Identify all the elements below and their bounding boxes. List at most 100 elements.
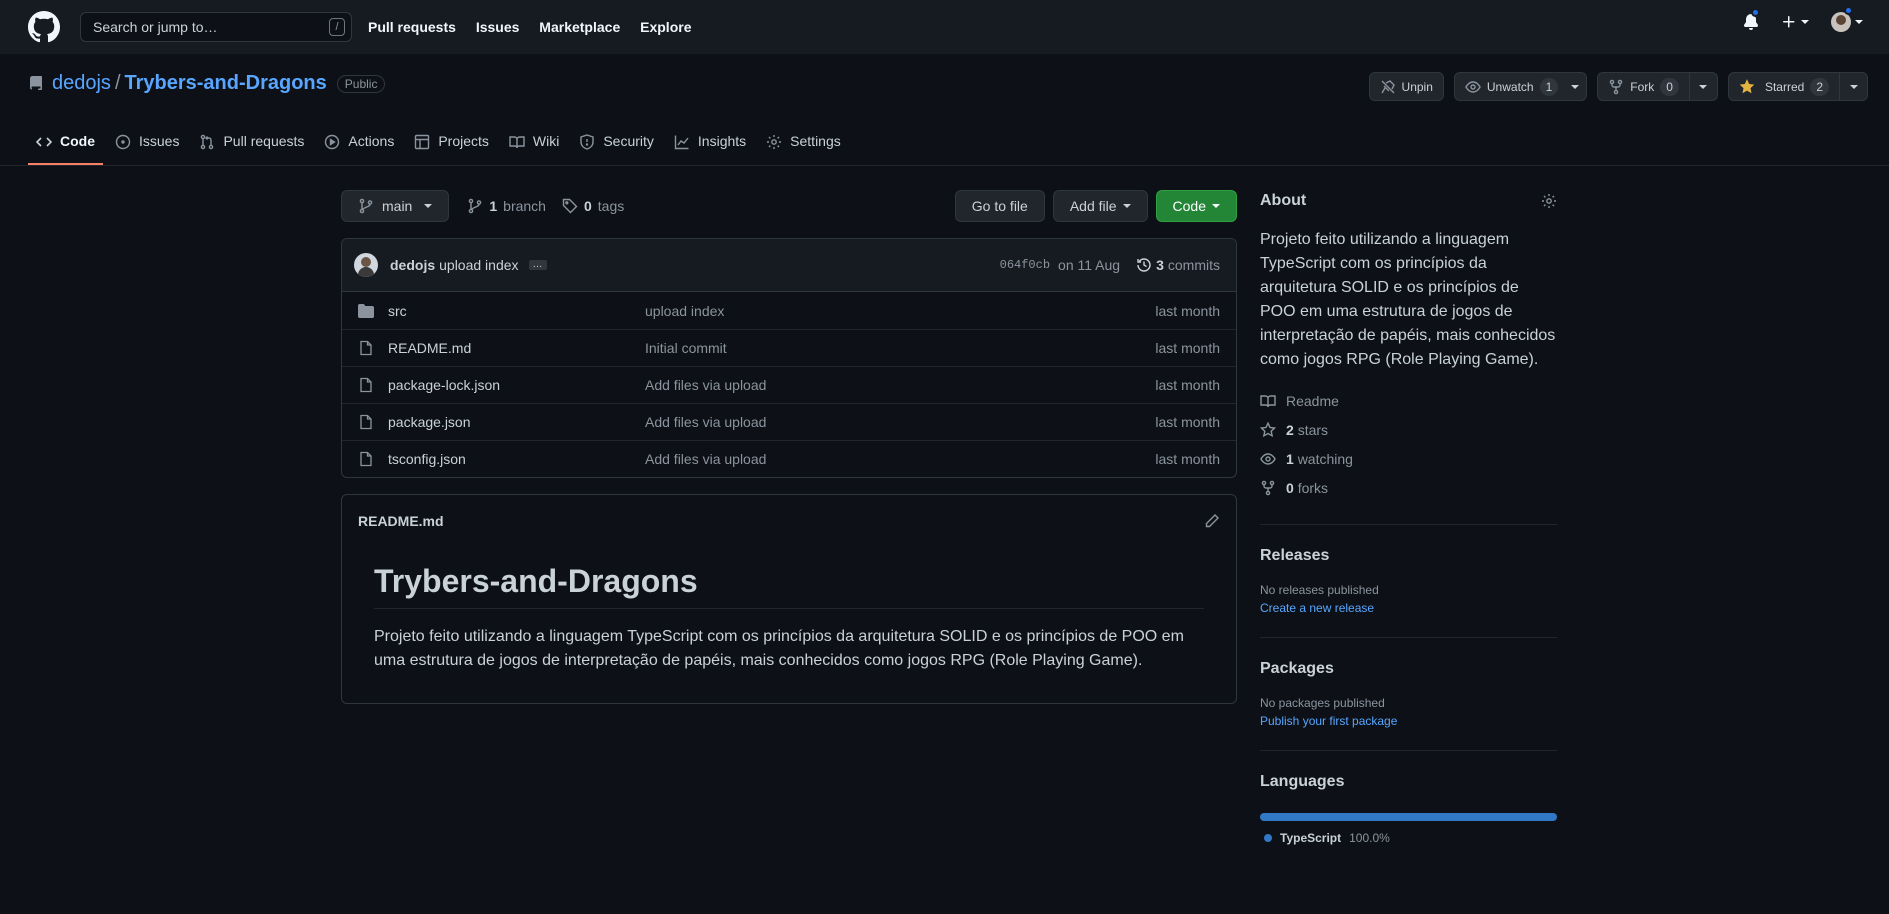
- file-icon: [360, 451, 372, 467]
- nav-issues[interactable]: Issues: [476, 19, 520, 35]
- starred-label: Starred: [1764, 79, 1805, 94]
- file-row[interactable]: package.json Add files via upload last mon…: [342, 403, 1236, 440]
- no-packages-text: No packages published: [1260, 696, 1385, 710]
- packages-heading[interactable]: Packages: [1260, 660, 1557, 678]
- create-release-link[interactable]: Create a new release: [1260, 601, 1557, 615]
- commit-author[interactable]: dedojs: [390, 257, 435, 273]
- language-color-dot: [1264, 834, 1272, 842]
- book-icon: [509, 136, 525, 149]
- main-content: main 1 branch 0 tags Go to file Add file…: [341, 190, 1237, 704]
- file-browser: dedojs upload index … 064f0cb on 11 Aug …: [341, 238, 1237, 478]
- tab-pull-requests[interactable]: Pull requests: [191, 125, 312, 165]
- commit-date: on 11 Aug: [1058, 257, 1121, 273]
- author-avatar[interactable]: [354, 253, 378, 277]
- user-menu[interactable]: [1831, 6, 1863, 32]
- notifications-button[interactable]: [1743, 8, 1760, 30]
- file-name[interactable]: README.md: [388, 340, 645, 356]
- fork-icon: [1609, 79, 1623, 94]
- add-file-label: Add file: [1069, 198, 1117, 214]
- tab-issues[interactable]: Issues: [107, 125, 187, 165]
- branch-name: main: [382, 198, 413, 214]
- readme-link[interactable]: Readme: [1260, 386, 1557, 415]
- commit-sha[interactable]: 064f0cb: [1000, 258, 1050, 272]
- file-row[interactable]: README.md Initial commit last month: [342, 329, 1236, 366]
- graph-icon: [674, 135, 689, 150]
- tab-projects[interactable]: Projects: [406, 125, 497, 165]
- file-commit-message[interactable]: Add files via upload: [645, 414, 1155, 430]
- forks-label: forks: [1297, 479, 1329, 496]
- star-button[interactable]: Starred 2: [1727, 72, 1868, 101]
- tab-actions[interactable]: Actions: [316, 125, 402, 165]
- file-row[interactable]: package-lock.json Add files via upload las…: [342, 366, 1236, 403]
- tab-wiki[interactable]: Wiki: [501, 125, 567, 165]
- stars-link[interactable]: 2 stars: [1260, 415, 1557, 444]
- unwatch-label: Unwatch: [1486, 79, 1534, 94]
- search-input[interactable]: Search or jump to… /: [80, 12, 352, 42]
- file-name[interactable]: package.json: [388, 414, 645, 430]
- watch-count: 1: [1539, 77, 1559, 96]
- file-name[interactable]: package-lock.json: [388, 377, 645, 393]
- readme-filename[interactable]: README.md: [358, 513, 444, 529]
- readme-body: Projeto feito utilizando a linguagem Typ…: [374, 628, 1184, 669]
- commit-expand-button[interactable]: …: [528, 260, 547, 270]
- file-icon: [360, 414, 372, 430]
- chevron-down-icon: [1571, 84, 1580, 89]
- tab-security-label: Security: [603, 133, 654, 149]
- nav-explore[interactable]: Explore: [640, 19, 691, 35]
- tab-insights[interactable]: Insights: [666, 125, 754, 165]
- commit-message[interactable]: upload index: [439, 257, 518, 273]
- star-dropdown[interactable]: [1839, 73, 1867, 100]
- releases-heading[interactable]: Releases: [1260, 547, 1557, 565]
- latest-commit: dedojs upload index … 064f0cb on 11 Aug …: [342, 239, 1236, 292]
- tab-security[interactable]: Security: [571, 125, 662, 165]
- file-name[interactable]: tsconfig.json: [388, 451, 645, 467]
- stars-label: stars: [1297, 421, 1329, 438]
- tab-actions-label: Actions: [348, 133, 395, 149]
- branch-select-button[interactable]: main: [341, 190, 450, 222]
- create-new-button[interactable]: [1781, 14, 1809, 30]
- code-button[interactable]: Code: [1155, 190, 1237, 222]
- file-commit-message[interactable]: Add files via upload: [645, 377, 1155, 393]
- branches-link[interactable]: 1 branch: [467, 198, 546, 214]
- gear-icon[interactable]: [1541, 193, 1557, 209]
- fork-label: Fork: [1630, 79, 1655, 94]
- avatar: [1831, 12, 1851, 32]
- file-name[interactable]: src: [388, 303, 645, 319]
- github-logo-icon[interactable]: [28, 11, 60, 43]
- tab-issues-label: Issues: [139, 133, 180, 149]
- file-commit-message[interactable]: Initial commit: [645, 340, 1155, 356]
- forks-link[interactable]: 0 forks: [1260, 473, 1557, 502]
- nav-marketplace[interactable]: Marketplace: [539, 19, 620, 35]
- go-to-file-button[interactable]: Go to file: [954, 190, 1045, 222]
- fork-button[interactable]: Fork 0: [1597, 72, 1718, 101]
- star-icon: [1260, 421, 1276, 437]
- repo-owner-link[interactable]: dedojs: [52, 72, 111, 95]
- tab-settings[interactable]: Settings: [758, 125, 849, 165]
- nav-pull-requests[interactable]: Pull requests: [368, 19, 456, 35]
- watching-link[interactable]: 1 watching: [1260, 444, 1557, 473]
- readme-panel: README.md Trybers-and-Dragons Projeto fe…: [341, 494, 1237, 704]
- file-row[interactable]: tsconfig.json Add files via upload last mo…: [342, 440, 1236, 477]
- file-commit-message[interactable]: upload index: [645, 303, 1155, 319]
- file-commit-message[interactable]: Add files via upload: [645, 451, 1155, 467]
- publish-package-link[interactable]: Publish your first package: [1260, 714, 1557, 728]
- branch-count-label: branch: [503, 198, 546, 214]
- eye-icon: [1465, 80, 1481, 93]
- chevron-down-icon: [1801, 20, 1809, 24]
- tab-code[interactable]: Code: [28, 125, 103, 165]
- fork-dropdown[interactable]: [1688, 73, 1717, 100]
- pencil-icon[interactable]: [1204, 513, 1220, 529]
- commit-count-label: commits: [1167, 257, 1220, 273]
- repo-name-link[interactable]: Trybers-and-Dragons: [125, 72, 327, 95]
- file-row[interactable]: src upload index last month: [342, 292, 1236, 329]
- tags-link[interactable]: 0 tags: [562, 198, 624, 214]
- code-button-label: Code: [1172, 198, 1206, 214]
- watch-button[interactable]: Unwatch 1: [1453, 72, 1588, 101]
- watch-dropdown[interactable]: [1564, 73, 1586, 100]
- commits-history-link[interactable]: 3 commits: [1136, 257, 1220, 273]
- language-item[interactable]: TypeScript 100.0%: [1260, 831, 1557, 845]
- about-heading: About: [1260, 192, 1307, 209]
- unpin-button[interactable]: Unpin: [1368, 72, 1444, 101]
- add-file-button[interactable]: Add file: [1052, 190, 1148, 222]
- visibility-badge: Public: [336, 74, 386, 93]
